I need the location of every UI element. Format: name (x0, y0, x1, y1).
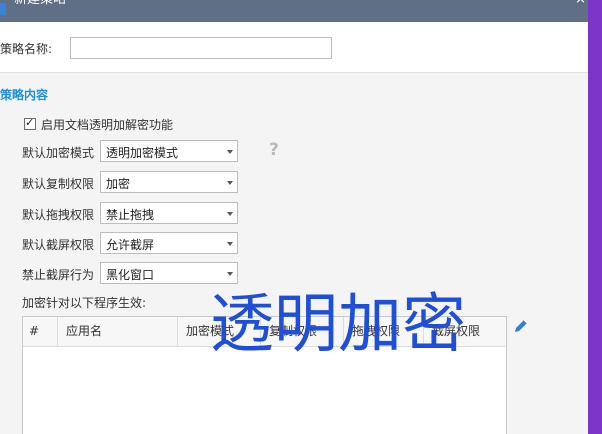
dialog-titlebar: 新建策略 × (0, 0, 588, 22)
screen-frame: 新建策略 × 策略名称: 策略内容 ✓ 启用文档透明加解密功能 默认加密模式 透… (0, 0, 602, 434)
dialog-title: 新建策略 (14, 0, 66, 8)
drag-permission-value: 禁止拖拽 (106, 208, 155, 222)
policy-name-label: 策略名称: (0, 42, 53, 56)
policy-name-section: 策略名称: (0, 22, 588, 73)
column-header-screenshot-permission[interactable]: 截屏权限 (423, 317, 506, 346)
screenshot-behavior-value: 黑化窗口 (106, 268, 155, 282)
copy-permission-label: 默认复制权限 (22, 177, 95, 191)
chevron-down-icon (227, 181, 233, 185)
screenshot-permission-value: 允许截屏 (106, 238, 155, 252)
screenshot-permission-select[interactable]: 允许截屏 (100, 232, 238, 254)
apps-label: 加密针对以下程序生效: (22, 296, 147, 310)
close-icon[interactable]: × (575, 0, 586, 7)
enable-encryption-checkbox[interactable]: ✓ (24, 116, 36, 130)
policy-dialog: 新建策略 × 策略名称: 策略内容 ✓ 启用文档透明加解密功能 默认加密模式 透… (0, 0, 588, 434)
drag-permission-select[interactable]: 禁止拖拽 (100, 202, 238, 224)
column-header-index[interactable]: # (23, 317, 57, 346)
app-icon (0, 3, 6, 15)
screenshot-permission-label: 默认截屏权限 (22, 238, 95, 252)
policy-name-input[interactable] (70, 37, 332, 59)
check-icon: ✓ (25, 116, 35, 129)
question-icon[interactable]: ? (269, 140, 279, 160)
encrypt-mode-select[interactable]: 透明加密模式 (100, 140, 238, 162)
pencil-icon[interactable] (512, 317, 530, 335)
chevron-down-icon (227, 242, 233, 246)
screenshot-behavior-label: 禁止截屏行为 (22, 268, 95, 282)
enable-encryption-label: 启用文档透明加解密功能 (41, 117, 174, 132)
encrypt-mode-value: 透明加密模式 (106, 146, 179, 160)
chevron-down-icon (227, 150, 233, 154)
chevron-down-icon (227, 212, 233, 216)
apps-table-header: # 应用名 加密模式 复制权限 拖拽权限 截屏权限 (23, 317, 506, 347)
enable-encryption-row[interactable]: ✓ 启用文档透明加解密功能 (24, 116, 174, 132)
apps-table: # 应用名 加密模式 复制权限 拖拽权限 截屏权限 (22, 316, 507, 434)
encrypt-mode-label: 默认加密模式 (22, 146, 95, 160)
column-header-app-name[interactable]: 应用名 (57, 317, 177, 346)
screenshot-behavior-select[interactable]: 黑化窗口 (100, 262, 238, 284)
drag-permission-label: 默认拖拽权限 (22, 208, 95, 222)
column-header-encrypt-mode[interactable]: 加密模式 (177, 317, 260, 346)
column-header-drag-permission[interactable]: 拖拽权限 (343, 317, 423, 346)
copy-permission-select[interactable]: 加密 (100, 171, 238, 193)
column-header-copy-permission[interactable]: 复制权限 (260, 317, 343, 346)
copy-permission-value: 加密 (106, 177, 131, 191)
section-title: 策略内容 (0, 88, 49, 102)
chevron-down-icon (227, 272, 233, 276)
